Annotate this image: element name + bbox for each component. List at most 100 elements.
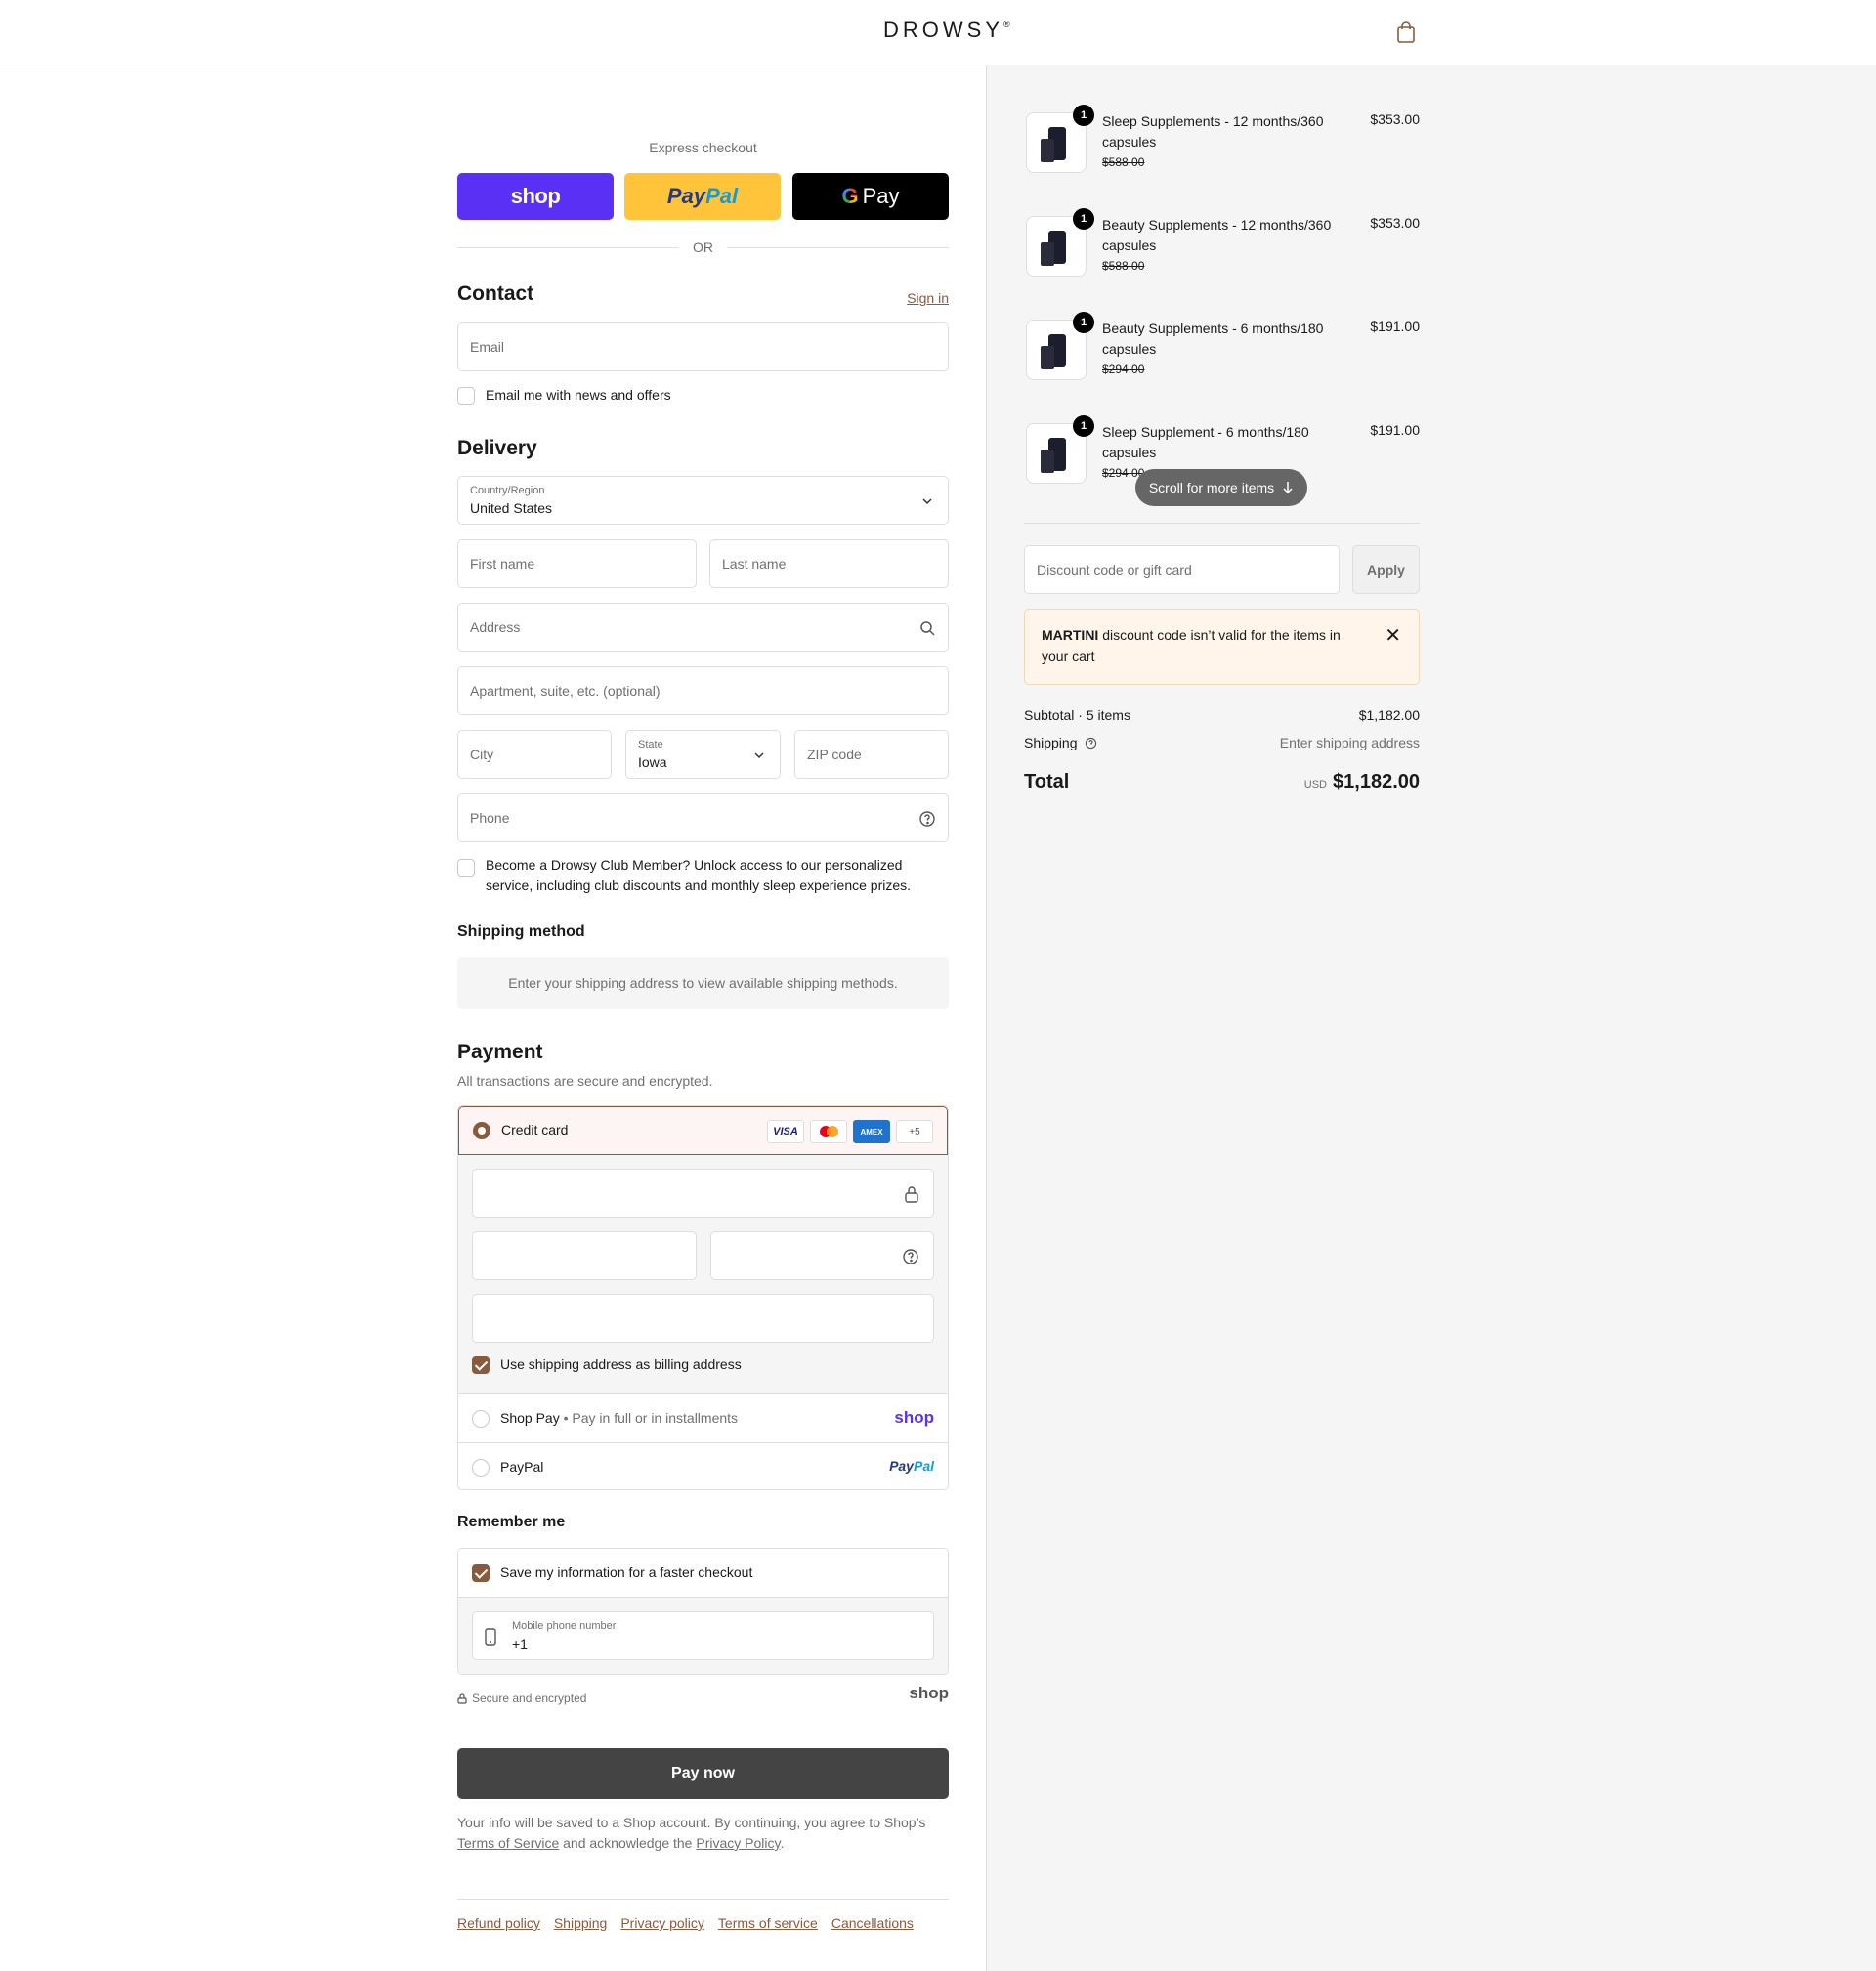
shop-pay-option[interactable]: Shop Pay • Pay in full or in installment… bbox=[458, 1393, 948, 1442]
paypal-express-button[interactable]: Pay Pal bbox=[624, 173, 781, 220]
shipping-row: Shipping Enter shipping address bbox=[1024, 735, 1420, 750]
quantity-badge: 1 bbox=[1073, 105, 1094, 126]
currency-code: USD bbox=[1303, 779, 1328, 791]
security-code-field[interactable] bbox=[710, 1231, 934, 1280]
zip-code-field[interactable]: ZIP code bbox=[794, 730, 949, 779]
pay-now-button[interactable]: Pay now bbox=[457, 1748, 949, 1799]
google-pay-express-button[interactable]: G Pay bbox=[792, 173, 949, 220]
footer-links: Refund policy Shipping Privacy policy Te… bbox=[457, 1915, 914, 1931]
sign-in-link[interactable]: Sign in bbox=[907, 290, 949, 306]
email-field[interactable]: Email bbox=[457, 322, 949, 371]
item-price: $191.00 bbox=[1370, 422, 1420, 438]
more-cards-badge: +5 bbox=[896, 1120, 933, 1143]
privacy-policy-link[interactable]: Privacy policy bbox=[620, 1915, 704, 1931]
address-field[interactable]: Address bbox=[457, 603, 949, 652]
cart-item: 1 Sleep Supplements - 12 months/360 caps… bbox=[1024, 105, 1420, 195]
billing-same-label: Use shipping address as billing address bbox=[500, 1356, 742, 1372]
city-field[interactable]: City bbox=[457, 730, 612, 779]
remember-me-title: Remember me bbox=[457, 1514, 566, 1530]
item-original-price: $294.00 bbox=[1102, 363, 1145, 376]
subtotal-value: $1,182.00 bbox=[1358, 707, 1420, 723]
scroll-more-items-button[interactable]: Scroll for more items bbox=[1135, 469, 1307, 506]
shipping-value: Enter shipping address bbox=[1279, 735, 1420, 750]
paypal-radio[interactable] bbox=[472, 1459, 490, 1477]
billing-same-checkbox[interactable] bbox=[472, 1356, 490, 1374]
legal-text: Your info will be saved to a Shop accoun… bbox=[457, 1815, 926, 1851]
credit-card-option[interactable]: Credit card VISA AMEX +5 bbox=[458, 1106, 948, 1155]
lock-icon bbox=[457, 1692, 467, 1704]
state-select[interactable]: State Iowa bbox=[625, 730, 781, 779]
shipping-method-info: Enter your shipping address to view avai… bbox=[457, 957, 949, 1009]
total-row: Total USD $1,182.00 bbox=[1024, 771, 1420, 800]
item-price: $353.00 bbox=[1370, 111, 1420, 127]
last-name-field[interactable]: Last name bbox=[709, 539, 949, 588]
news-offers-checkbox[interactable] bbox=[457, 387, 475, 405]
help-circle-icon[interactable] bbox=[918, 810, 936, 828]
name-on-card-field[interactable] bbox=[472, 1294, 934, 1343]
payment-methods: Credit card VISA AMEX +5 Use shipping ad… bbox=[457, 1105, 949, 1490]
save-info-checkbox[interactable] bbox=[472, 1564, 490, 1582]
apply-discount-button[interactable]: Apply bbox=[1352, 545, 1420, 594]
secure-encrypted-note: Secure and encrypted bbox=[457, 1692, 586, 1705]
save-info-label: Save my information for a faster checkou… bbox=[500, 1564, 753, 1580]
credit-card-radio[interactable] bbox=[473, 1122, 490, 1139]
quantity-badge: 1 bbox=[1073, 312, 1094, 333]
item-name: Sleep Supplements - 12 months/360 capsul… bbox=[1102, 113, 1324, 150]
phone-field[interactable]: Phone bbox=[457, 793, 949, 842]
help-circle-icon[interactable] bbox=[1085, 737, 1097, 750]
shop-pay-radio[interactable] bbox=[472, 1410, 490, 1428]
visa-icon: VISA bbox=[767, 1120, 804, 1143]
cart-item: 1 Beauty Supplements - 12 months/360 cap… bbox=[1024, 208, 1420, 299]
items-divider bbox=[1024, 523, 1420, 524]
help-circle-icon[interactable] bbox=[902, 1248, 919, 1265]
shop-logo: shop bbox=[909, 1684, 949, 1702]
credit-card-label: Credit card bbox=[501, 1122, 569, 1137]
shipping-method-title: Shipping method bbox=[457, 923, 585, 940]
refund-policy-link[interactable]: Refund policy bbox=[457, 1915, 540, 1931]
close-icon[interactable]: ✕ bbox=[1385, 626, 1401, 646]
item-price: $353.00 bbox=[1370, 215, 1420, 231]
chevron-down-icon bbox=[754, 752, 764, 759]
item-original-price: $588.00 bbox=[1102, 259, 1145, 273]
expiration-date-field[interactable] bbox=[472, 1231, 697, 1280]
discount-error-alert: MARTINI discount code isn’t valid for th… bbox=[1024, 609, 1420, 685]
shop-pay-label: Shop Pay bbox=[500, 1410, 560, 1426]
quantity-badge: 1 bbox=[1073, 208, 1094, 230]
contact-title: Contact bbox=[457, 282, 534, 305]
delivery-title: Delivery bbox=[457, 437, 537, 459]
card-brands: VISA AMEX +5 bbox=[767, 1120, 933, 1143]
chevron-down-icon bbox=[922, 498, 932, 505]
paypal-label: PayPal bbox=[500, 1459, 544, 1475]
shop-pay-express-button[interactable]: shop bbox=[457, 173, 614, 220]
first-name-field[interactable]: First name bbox=[457, 539, 697, 588]
apartment-field[interactable]: Apartment, suite, etc. (optional) bbox=[457, 666, 949, 715]
item-price: $191.00 bbox=[1370, 319, 1420, 334]
discount-code: MARTINI bbox=[1042, 627, 1099, 643]
brand-logo[interactable]: DROWSY® bbox=[883, 18, 1010, 43]
cart-item: 1 Beauty Supplements - 6 months/180 caps… bbox=[1024, 312, 1420, 403]
mobile-phone-field[interactable]: Mobile phone number +1 bbox=[472, 1611, 934, 1660]
shipping-policy-link[interactable]: Shipping bbox=[554, 1915, 608, 1931]
club-member-checkbox[interactable] bbox=[457, 859, 475, 877]
card-number-field[interactable] bbox=[472, 1169, 934, 1218]
or-divider: OR bbox=[457, 237, 949, 257]
discount-code-field[interactable]: Discount code or gift card bbox=[1024, 545, 1340, 594]
cart-bag-icon[interactable] bbox=[1395, 21, 1417, 44]
shop-logo: shop bbox=[894, 1408, 934, 1427]
lock-icon bbox=[905, 1186, 918, 1203]
remember-me-box: Save my information for a faster checkou… bbox=[457, 1548, 949, 1675]
country-select[interactable]: Country/Region United States bbox=[457, 476, 949, 525]
cancellations-link[interactable]: Cancellations bbox=[831, 1915, 914, 1931]
subtotal-label: Subtotal · 5 items bbox=[1024, 707, 1130, 723]
credit-card-form: Use shipping address as billing address bbox=[458, 1155, 948, 1393]
item-name: Beauty Supplements - 12 months/360 capsu… bbox=[1102, 217, 1332, 253]
terms-of-service-link[interactable]: Terms of service bbox=[718, 1915, 818, 1931]
shop-privacy-link[interactable]: Privacy Policy bbox=[696, 1835, 780, 1851]
item-name: Beauty Supplements - 6 months/180 capsul… bbox=[1102, 321, 1324, 357]
amex-icon: AMEX bbox=[853, 1120, 890, 1143]
paypal-option[interactable]: PayPal PayPal bbox=[458, 1442, 948, 1489]
shipping-label: Shipping bbox=[1024, 735, 1078, 750]
item-name: Sleep Supplement - 6 months/180 capsules bbox=[1102, 424, 1309, 460]
paypal-logo: PayPal bbox=[889, 1458, 934, 1474]
shop-terms-link[interactable]: Terms of Service bbox=[457, 1835, 559, 1851]
